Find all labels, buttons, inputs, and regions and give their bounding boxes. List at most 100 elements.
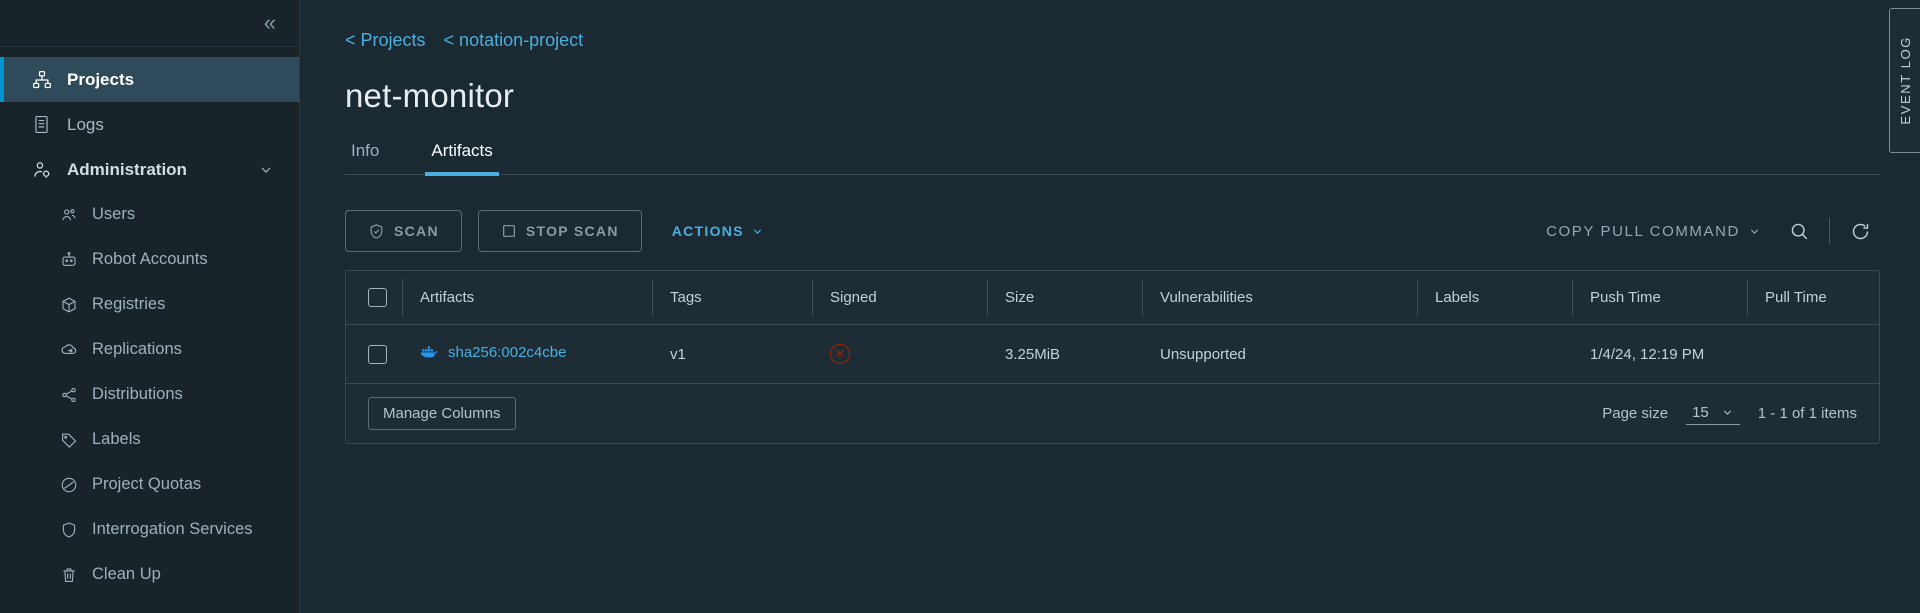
sidebar-item-replications[interactable]: Replications (0, 327, 299, 372)
actions-label: ACTIONS (671, 223, 744, 239)
scan-button-label: SCAN (394, 223, 439, 239)
stop-scan-button[interactable]: STOP SCAN (477, 210, 642, 252)
table-row[interactable]: sha256:002c4cbe v1 ✕ 3.25MiB Unsupported (346, 324, 1879, 384)
event-log-panel-toggle[interactable]: EVENT LOG (1889, 8, 1920, 153)
cell-size: 3.25MiB (987, 324, 1142, 384)
breadcrumb-notation-project[interactable]: < notation-project (444, 30, 584, 50)
docker-whale-icon (420, 345, 439, 360)
chevron-down-icon (1748, 225, 1761, 238)
sidebar-sub-label: Replications (92, 340, 182, 358)
artifacts-toolbar: SCAN STOP SCAN ACTIONS COPY PULL COMMAND (345, 210, 1880, 252)
pagination-group: Page size 15 1 - 1 of 1 items (1602, 402, 1857, 425)
cleanup-icon (60, 566, 84, 584)
select-all-header (346, 271, 402, 325)
column-header-labels[interactable]: Labels (1417, 271, 1572, 325)
row-checkbox[interactable] (368, 344, 387, 364)
search-button[interactable] (1779, 211, 1819, 251)
cell-labels (1417, 324, 1572, 384)
artifacts-table: Artifacts Tags Signed Size Vulnerabiliti… (346, 271, 1879, 384)
quotas-icon (60, 476, 84, 494)
copy-pull-command-button[interactable]: COPY PULL COMMAND (1534, 210, 1773, 252)
sidebar-item-distributions[interactable]: Distributions (0, 372, 299, 417)
administration-icon (32, 160, 58, 180)
shield-check-icon (368, 223, 385, 240)
artifact-digest: sha256:002c4cbe (448, 344, 567, 361)
column-header-pull-time[interactable]: Pull Time (1747, 271, 1879, 325)
chevron-down-icon (751, 225, 764, 238)
app-root: « Projects Logs Administration Users Rob… (0, 0, 1920, 613)
event-log-label: EVENT LOG (1897, 36, 1913, 125)
cell-vulnerabilities: Unsupported (1142, 324, 1417, 384)
registries-icon (60, 296, 84, 314)
table-header-row: Artifacts Tags Signed Size Vulnerabiliti… (346, 271, 1879, 325)
tab-artifacts[interactable]: Artifacts (425, 137, 499, 176)
column-header-vulnerabilities[interactable]: Vulnerabilities (1142, 271, 1417, 325)
artifact-link[interactable]: sha256:002c4cbe (420, 344, 566, 361)
stop-scan-button-label: STOP SCAN (525, 223, 619, 239)
distributions-icon (60, 386, 84, 404)
cell-signed: ✕ (812, 324, 987, 384)
cell-push-time: 1/4/24, 12:19 PM (1572, 324, 1747, 384)
column-header-tags[interactable]: Tags (652, 271, 812, 325)
sidebar-sub-label: Distributions (92, 385, 183, 403)
sidebar-item-labels[interactable]: Labels (0, 417, 299, 462)
page-size-select[interactable]: 15 (1686, 402, 1740, 425)
logs-icon (32, 115, 58, 134)
column-header-push-time[interactable]: Push Time (1572, 271, 1747, 325)
refresh-icon (1850, 221, 1871, 242)
sidebar-item-robot-accounts[interactable]: Robot Accounts (0, 237, 299, 282)
sidebar-item-logs[interactable]: Logs (0, 102, 299, 147)
column-header-artifacts[interactable]: Artifacts (402, 271, 652, 325)
refresh-button[interactable] (1840, 211, 1880, 251)
sidebar-sub-label: Labels (92, 430, 141, 448)
sidebar-item-administration[interactable]: Administration (0, 147, 299, 192)
sidebar-item-project-quotas[interactable]: Project Quotas (0, 462, 299, 507)
select-all-checkbox[interactable] (368, 288, 387, 307)
sidebar-item-registries[interactable]: Registries (0, 282, 299, 327)
replications-icon (60, 340, 84, 359)
projects-icon (32, 70, 58, 90)
breadcrumb: < Projects < notation-project (345, 0, 1880, 51)
table-body: sha256:002c4cbe v1 ✕ 3.25MiB Unsupported (346, 324, 1879, 384)
row-select-cell (346, 324, 402, 384)
toolbar-right-group: COPY PULL COMMAND (1534, 210, 1880, 252)
scan-button[interactable]: SCAN (345, 210, 462, 252)
table-footer: Manage Columns Page size 15 1 - 1 of 1 i… (346, 384, 1879, 443)
main-content: < Projects < notation-project net-monitor… (300, 0, 1920, 613)
artifacts-table-card: Artifacts Tags Signed Size Vulnerabiliti… (345, 270, 1880, 444)
page-size-label: Page size (1602, 405, 1669, 422)
search-icon (1789, 221, 1810, 242)
cell-tags: v1 (652, 324, 812, 384)
stop-square-icon (501, 223, 517, 239)
users-icon (60, 206, 84, 224)
manage-columns-button[interactable]: Manage Columns (368, 397, 516, 430)
sidebar-item-clean-up[interactable]: Clean Up (0, 552, 299, 597)
column-header-size[interactable]: Size (987, 271, 1142, 325)
interrogation-icon (60, 521, 84, 539)
sidebar-item-users[interactable]: Users (0, 192, 299, 237)
sidebar-sub-label: Robot Accounts (92, 250, 208, 268)
tab-info[interactable]: Info (345, 137, 385, 176)
sidebar-sub-label: Project Quotas (92, 475, 202, 493)
column-header-signed[interactable]: Signed (812, 271, 987, 325)
not-signed-icon: ✕ (830, 344, 850, 364)
cell-artifact: sha256:002c4cbe (402, 324, 652, 384)
sidebar-item-projects[interactable]: Projects (0, 57, 299, 102)
sidebar-item-label: Projects (67, 69, 135, 89)
sidebar-header: « (0, 0, 299, 47)
sidebar-item-label: Logs (67, 114, 104, 134)
breadcrumb-projects[interactable]: < Projects (345, 30, 426, 50)
sidebar-item-label: Administration (67, 159, 187, 179)
sidebar-item-interrogation-services[interactable]: Interrogation Services (0, 507, 299, 552)
page-title: net-monitor (345, 77, 515, 114)
actions-dropdown-button[interactable]: ACTIONS (658, 210, 778, 252)
toolbar-divider (1829, 218, 1830, 244)
chevron-down-icon[interactable] (258, 162, 274, 178)
sidebar-sub-label: Registries (92, 295, 166, 313)
items-range-label: 1 - 1 of 1 items (1757, 405, 1857, 422)
labels-icon (60, 431, 84, 449)
collapse-sidebar-icon[interactable]: « (260, 10, 277, 36)
sidebar: « Projects Logs Administration Users Rob… (0, 0, 300, 613)
sidebar-sub-label: Interrogation Services (92, 520, 253, 538)
page-size-value: 15 (1692, 404, 1709, 421)
